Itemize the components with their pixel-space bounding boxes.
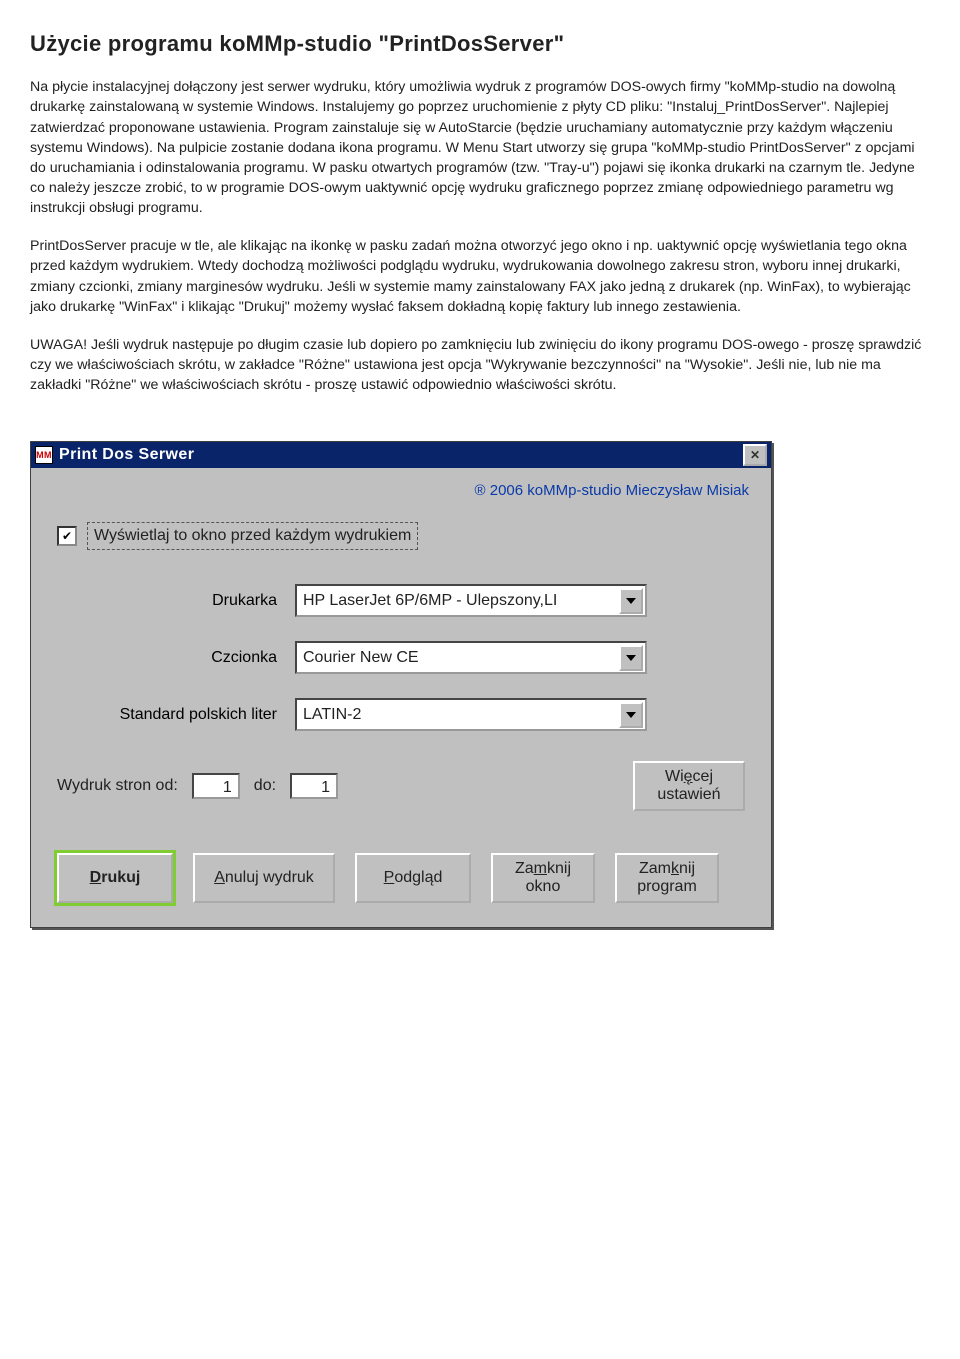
show-before-print-checkbox[interactable]: ✔ xyxy=(57,526,77,546)
closewin-u: m xyxy=(534,860,547,877)
printer-label: Drukarka xyxy=(57,590,295,613)
closeprog-u: k xyxy=(671,860,679,877)
intro-paragraph-3: UWAGA! Jeśli wydruk następuje po długim … xyxy=(30,335,930,395)
print-dos-server-dialog: MM Print Dos Serwer ✕ ® 2006 koMMp-studi… xyxy=(30,441,772,928)
closeprog-pre: Zam xyxy=(639,860,671,877)
charset-select[interactable]: LATIN-2 xyxy=(295,698,647,731)
app-icon: MM xyxy=(35,446,53,464)
print-u: D xyxy=(90,869,102,886)
pages-from-label: Wydruk stron od: xyxy=(57,775,178,798)
font-select[interactable]: Courier New CE xyxy=(295,641,647,674)
chevron-down-icon[interactable] xyxy=(619,645,643,671)
close-window-button[interactable]: Zamknij okno xyxy=(491,853,595,903)
more-settings-u: ę xyxy=(684,768,693,785)
cancel-print-button[interactable]: Anuluj wydruk xyxy=(193,853,335,903)
print-rest: rukuj xyxy=(101,869,140,886)
titlebar: MM Print Dos Serwer ✕ xyxy=(31,442,771,468)
closewin-pre: Za xyxy=(515,860,534,877)
preview-u: P xyxy=(384,869,395,886)
show-before-print-label: Wyświetlaj to okno przed każdym wydrukie… xyxy=(87,522,418,551)
cancel-u: A xyxy=(214,869,225,886)
chevron-down-icon[interactable] xyxy=(619,588,643,614)
charset-value: LATIN-2 xyxy=(303,704,361,727)
checkmark-icon: ✔ xyxy=(62,528,72,545)
chevron-down-icon[interactable] xyxy=(619,702,643,728)
window-title: Print Dos Serwer xyxy=(59,444,194,467)
font-label: Czcionka xyxy=(57,647,295,670)
page-to-input[interactable]: 1 xyxy=(290,773,338,799)
page-title: Użycie programu koMMp-studio "PrintDosSe… xyxy=(30,28,930,59)
print-button[interactable]: Drukuj xyxy=(57,853,173,903)
preview-rest: odgląd xyxy=(394,869,442,886)
charset-label: Standard polskich liter xyxy=(57,704,295,727)
credits-label: ® 2006 koMMp-studio Mieczysław Misiak xyxy=(31,468,771,503)
font-value: Courier New CE xyxy=(303,647,419,670)
more-settings-pre: Wi xyxy=(665,768,684,785)
page-from-input[interactable]: 1 xyxy=(192,773,240,799)
more-settings-button[interactable]: Więcej ustawień xyxy=(633,761,745,811)
pages-to-label: do: xyxy=(254,775,276,798)
intro-paragraph-2: PrintDosServer pracuje w tle, ale klikaj… xyxy=(30,236,930,317)
close-program-button[interactable]: Zamknij program xyxy=(615,853,719,903)
printer-select[interactable]: HP LaserJet 6P/6MP - Ulepszony,LI xyxy=(295,584,647,617)
preview-button[interactable]: Podgląd xyxy=(355,853,471,903)
close-icon[interactable]: ✕ xyxy=(743,444,767,466)
printer-value: HP LaserJet 6P/6MP - Ulepszony,LI xyxy=(303,590,557,613)
cancel-rest: nuluj wydruk xyxy=(225,869,314,886)
intro-paragraph-1: Na płycie instalacyjnej dołączony jest s… xyxy=(30,77,930,218)
